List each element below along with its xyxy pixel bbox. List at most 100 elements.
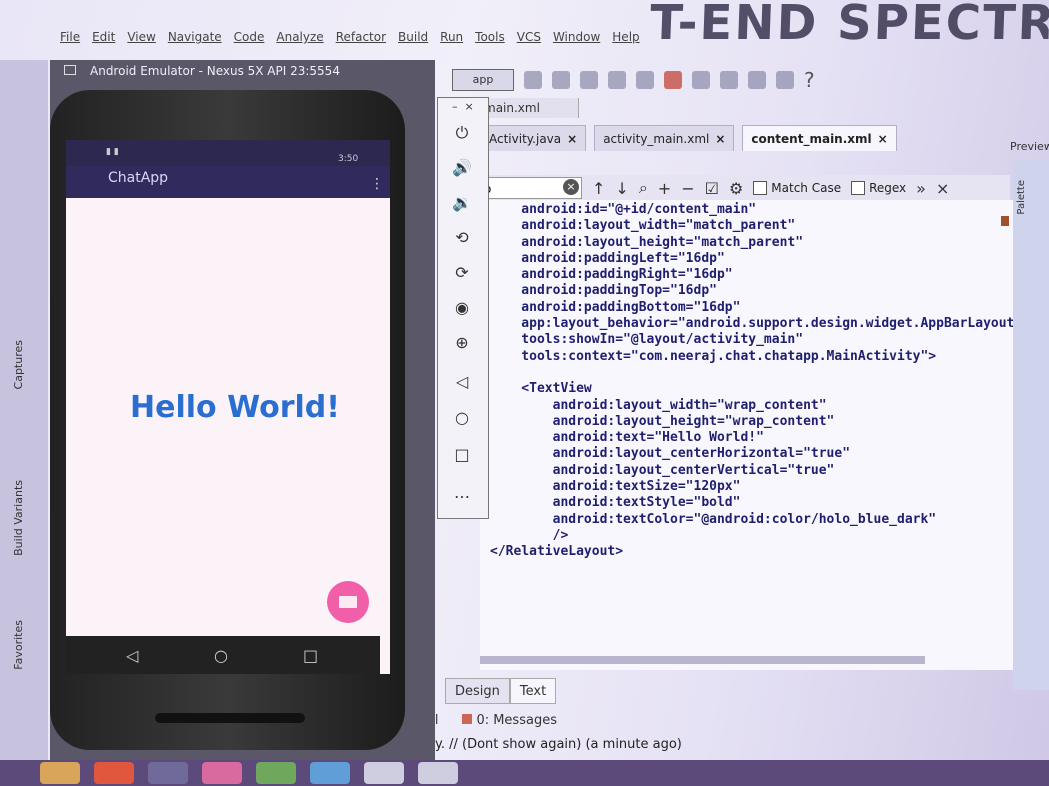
app-taskbar-icon[interactable]: [418, 762, 458, 784]
code-line: android:layout_height="match_parent": [490, 234, 804, 250]
camera-icon[interactable]: ◉: [452, 298, 472, 318]
menu-item-window[interactable]: Window: [553, 30, 600, 44]
app-taskbar-icon[interactable]: [256, 762, 296, 784]
error-marker[interactable]: [1001, 216, 1009, 226]
menu-item-run[interactable]: Run: [440, 30, 463, 44]
zoom-icon[interactable]: ⊕: [452, 333, 472, 353]
files-taskbar-icon[interactable]: [40, 762, 80, 784]
avd-manager-icon[interactable]: [748, 71, 766, 89]
status-bar-text: ivity. // (Dont show again) (a minute ag…: [415, 737, 682, 752]
apply-changes-icon[interactable]: [636, 71, 654, 89]
tab-text[interactable]: Text: [509, 678, 557, 704]
sdk-manager-icon[interactable]: [692, 71, 710, 89]
back-icon[interactable]: ◁: [126, 646, 138, 665]
app-taskbar-icon[interactable]: [364, 762, 404, 784]
clear-search-icon[interactable]: ×: [563, 179, 579, 195]
tab-label: content_main.xml: [751, 132, 872, 146]
close-icon[interactable]: ×: [878, 132, 888, 146]
menu-item-code[interactable]: Code: [234, 30, 265, 44]
controls-window-buttons[interactable]: – ×: [452, 100, 474, 113]
close-icon[interactable]: ×: [715, 132, 725, 146]
back-icon[interactable]: ◁: [452, 372, 472, 392]
right-tool-strip: [1013, 160, 1049, 690]
menu-item-build[interactable]: Build: [398, 30, 428, 44]
match-case-checkbox[interactable]: Match Case: [753, 181, 841, 195]
stop-icon[interactable]: [664, 71, 682, 89]
find-all-icon[interactable]: ⌕: [639, 178, 648, 198]
find-bar: o × ↑ ↓ ⌕ + − ☑ ⚙ Match Case Regex » ×: [480, 175, 1010, 201]
run-icon[interactable]: [524, 71, 542, 89]
home-icon[interactable]: ○: [214, 646, 228, 665]
tab-activity-main-xml[interactable]: activity_main.xml ×: [594, 125, 735, 151]
menu-item-refactor[interactable]: Refactor: [336, 30, 386, 44]
power-icon[interactable]: ⏻: [452, 123, 472, 143]
messages-icon: [462, 713, 473, 724]
more-icon[interactable]: …: [452, 483, 472, 503]
regex-label: Regex: [869, 181, 907, 195]
build-variants-tab[interactable]: Build Variants: [12, 480, 25, 556]
code-line: tools:context="com.neeraj.chat.chatapp.M…: [490, 348, 937, 364]
code-line: android:layout_centerHorizontal="true": [490, 446, 851, 462]
menu-item-navigate[interactable]: Navigate: [168, 30, 222, 44]
menu-item-view[interactable]: View: [127, 30, 155, 44]
favorites-tab[interactable]: Favorites: [12, 620, 25, 670]
run-configuration-select[interactable]: app: [452, 69, 514, 91]
preview-tab[interactable]: Preview: [1010, 140, 1049, 158]
tab-content-main-xml[interactable]: content_main.xml ×: [742, 125, 897, 151]
emulator-title-bar[interactable]: Android Emulator - Nexus 5X API 23:5554: [64, 64, 424, 84]
tab-activity-java[interactable]: Activity.java ×: [480, 125, 587, 151]
device-monitor-icon[interactable]: [776, 71, 794, 89]
code-line: android:paddingTop="16dp": [490, 283, 717, 299]
overview-icon[interactable]: □: [452, 445, 472, 465]
previous-occurrence-icon[interactable]: ↑: [592, 179, 605, 198]
volume-up-icon[interactable]: 🔊: [452, 158, 472, 178]
remove-selection-icon[interactable]: −: [681, 179, 694, 198]
profile-icon[interactable]: [580, 71, 598, 89]
menu-item-analyze[interactable]: Analyze: [276, 30, 323, 44]
code-text[interactable]: android:id="@+id/content_main" android:l…: [490, 202, 1049, 561]
app-taskbar-icon[interactable]: [148, 762, 188, 784]
close-icon[interactable]: ×: [567, 132, 577, 146]
recents-icon[interactable]: □: [303, 646, 318, 665]
palette-tab[interactable]: Palette: [1016, 180, 1027, 215]
os-taskbar: [0, 760, 1049, 786]
tab-design[interactable]: Design: [445, 678, 510, 704]
next-occurrence-icon[interactable]: ↓: [615, 179, 628, 198]
help-icon[interactable]: ?: [804, 68, 815, 92]
speaker-grille: [155, 713, 305, 723]
select-all-occurrences-icon[interactable]: ☑: [705, 179, 719, 198]
horizontal-scrollbar[interactable]: [480, 656, 925, 664]
code-line: android:paddingRight="16dp": [490, 267, 733, 283]
search-input[interactable]: o ×: [480, 177, 582, 199]
overflow-chevron-icon[interactable]: »: [916, 179, 926, 198]
volume-down-icon[interactable]: 🔉: [452, 193, 472, 213]
overflow-menu-icon[interactable]: ⋮: [370, 176, 384, 192]
code-line: />: [490, 527, 569, 543]
debug-icon[interactable]: [552, 71, 570, 89]
tab-label: activity_main.xml: [603, 132, 710, 146]
browser-taskbar-icon[interactable]: [94, 762, 134, 784]
code-line: <TextView: [490, 381, 592, 397]
home-icon[interactable]: ○: [452, 408, 472, 428]
menu-item-help[interactable]: Help: [612, 30, 639, 44]
captures-tab[interactable]: Captures: [12, 340, 25, 389]
attach-debugger-icon[interactable]: [608, 71, 626, 89]
rotate-right-icon[interactable]: ⟳: [452, 263, 472, 283]
app-taskbar-icon[interactable]: [202, 762, 242, 784]
menu-item-file[interactable]: File: [60, 30, 80, 44]
regex-checkbox[interactable]: Regex: [851, 181, 906, 195]
settings-icon[interactable]: ⚙: [729, 179, 743, 198]
messages-tab[interactable]: 0: Messages: [462, 713, 557, 728]
menu-item-tools[interactable]: Tools: [475, 30, 505, 44]
menu-item-edit[interactable]: Edit: [92, 30, 115, 44]
close-find-icon[interactable]: ×: [936, 179, 949, 198]
mail-icon: [339, 596, 357, 608]
sync-icon[interactable]: [720, 71, 738, 89]
menu-item-vcs[interactable]: VCS: [517, 30, 541, 44]
rotate-left-icon[interactable]: ⟲: [452, 228, 472, 248]
app-taskbar-icon[interactable]: [310, 762, 350, 784]
checkbox-box: [753, 181, 768, 195]
add-selection-icon[interactable]: +: [658, 179, 671, 198]
messages-label: 0: Messages: [476, 712, 557, 728]
code-line: android:textStyle="bold": [490, 495, 741, 511]
